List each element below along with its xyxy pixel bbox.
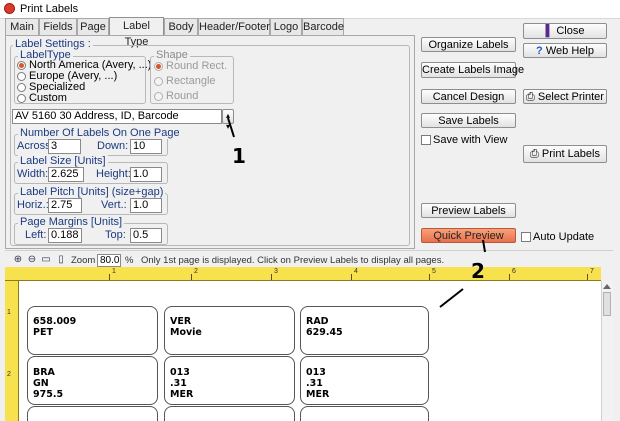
annotation-lines	[227, 117, 486, 308]
annotation-2: 2	[471, 259, 485, 283]
annotation-1: 1	[232, 144, 246, 168]
